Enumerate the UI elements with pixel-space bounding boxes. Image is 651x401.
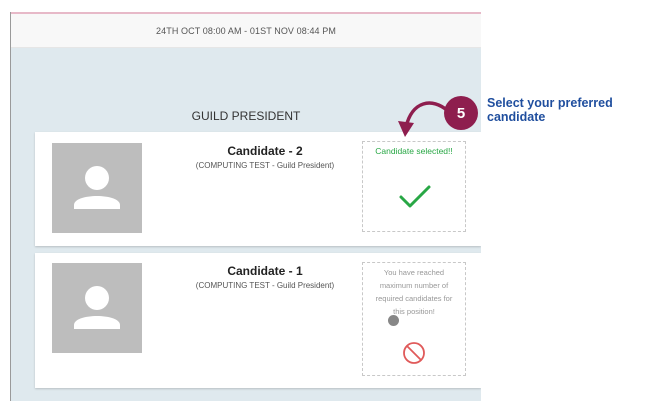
candidate-select-box[interactable]: Candidate selected!! [362,141,466,232]
checkmark-icon [399,185,431,208]
instruction-text: Select your preferred candidate [487,96,613,124]
candidate-select-box[interactable]: You have reached maximum number of requi… [362,262,466,376]
mouse-cursor-icon [388,315,399,326]
candidate-name: Candidate - 2 [227,144,303,158]
candidate-photo [52,263,142,353]
candidate-description: (COMPUTING TEST - Guild President) [195,161,335,170]
prohibited-icon [403,342,425,364]
candidate-card[interactable]: Candidate - 2 (COMPUTING TEST - Guild Pr… [35,132,481,246]
candidate-name: Candidate - 1 [227,264,303,278]
candidate-description: (COMPUTING TEST - Guild President) [195,281,335,290]
avatar-placeholder-icon [74,286,120,329]
date-range-text: 24TH OCT 08:00 AM - 01ST NOV 08:44 PM [156,25,336,36]
voting-panel: 24TH OCT 08:00 AM - 01ST NOV 08:44 PM GU… [10,12,481,401]
avatar-placeholder-icon [74,166,120,209]
candidate-info: Candidate - 1 (COMPUTING TEST - Guild Pr… [175,264,355,290]
selected-status-text: Candidate selected!! [375,146,453,156]
max-reached-message: You have reached maximum number of requi… [375,268,453,316]
candidate-photo [52,143,142,233]
step-number-badge: 5 [444,96,478,130]
candidate-info: Candidate - 2 (COMPUTING TEST - Guild Pr… [175,144,355,170]
date-range-bar: 24TH OCT 08:00 AM - 01ST NOV 08:44 PM [11,14,481,48]
candidate-card[interactable]: Candidate - 1 (COMPUTING TEST - Guild Pr… [35,253,481,388]
